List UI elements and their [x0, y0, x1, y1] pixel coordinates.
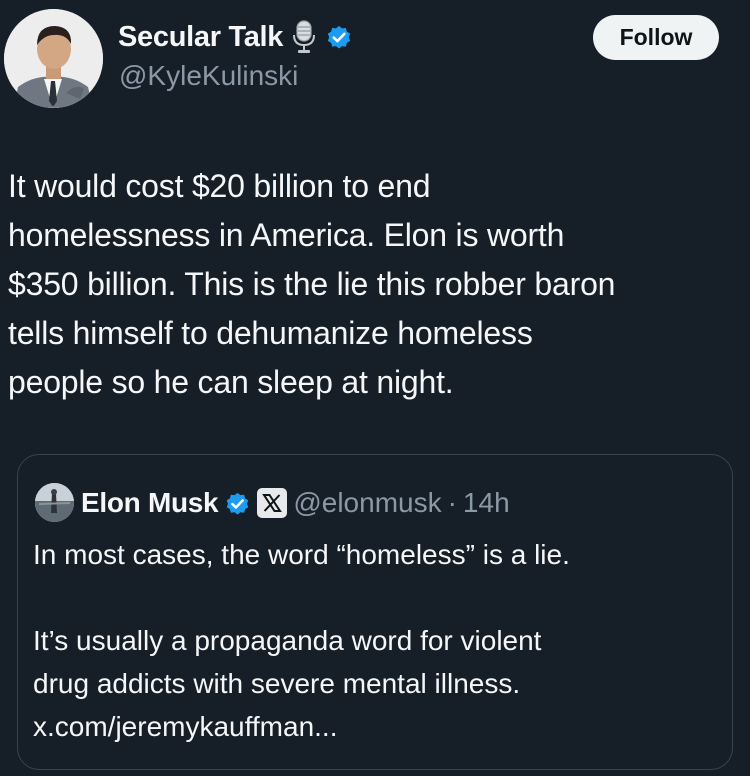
author-avatar[interactable] [4, 9, 103, 108]
quoted-text-line: In most cases, the word “homeless” is a … [33, 539, 570, 570]
quoted-tweet-text: In most cases, the word “homeless” is a … [33, 533, 723, 748]
tweet-text-line: homelessness in America. Elon is worth [8, 217, 565, 253]
quoted-text-line: It’s usually a propaganda word for viole… [33, 625, 542, 656]
microphone-icon [291, 20, 317, 54]
tweet-screenshot: Secular Talk @KyleKulinski Follow It wou… [0, 0, 750, 776]
verified-badge-icon [325, 23, 353, 51]
quoted-text-line: drug addicts with severe mental illness. [33, 668, 521, 699]
quoted-author-display-name[interactable]: Elon Musk [81, 487, 219, 519]
quoted-author-handle[interactable]: @elonmusk [293, 487, 441, 519]
tweet-text-line: tells himself to dehumanize homeless [8, 315, 533, 351]
tweet-text: It would cost $20 billion to end homeles… [8, 162, 743, 407]
author-display-name[interactable]: Secular Talk [118, 21, 283, 54]
author-name-row: Secular Talk [118, 18, 353, 56]
tweet-text-line: people so he can sleep at night. [8, 364, 454, 400]
quoted-tweet-link[interactable]: x.com/jeremykauffman... [33, 705, 723, 748]
tweet-text-line: $350 billion. This is the lie this robbe… [8, 266, 616, 302]
verified-badge-icon [224, 490, 251, 517]
author-avatar-image [4, 9, 103, 108]
quoted-author-avatar[interactable] [35, 483, 74, 522]
quoted-author-avatar-image [35, 483, 74, 522]
tweet-text-line: It would cost $20 billion to end [8, 168, 431, 204]
author-handle[interactable]: @KyleKulinski [119, 60, 298, 92]
quoted-tweet-timestamp[interactable]: 14h [463, 487, 510, 519]
follow-button[interactable]: Follow [593, 15, 719, 60]
quoted-tweet-header: Elon Musk @elonmusk · 14h [81, 483, 510, 523]
x-logo-icon [257, 488, 288, 518]
dot-separator: · [447, 487, 457, 518]
